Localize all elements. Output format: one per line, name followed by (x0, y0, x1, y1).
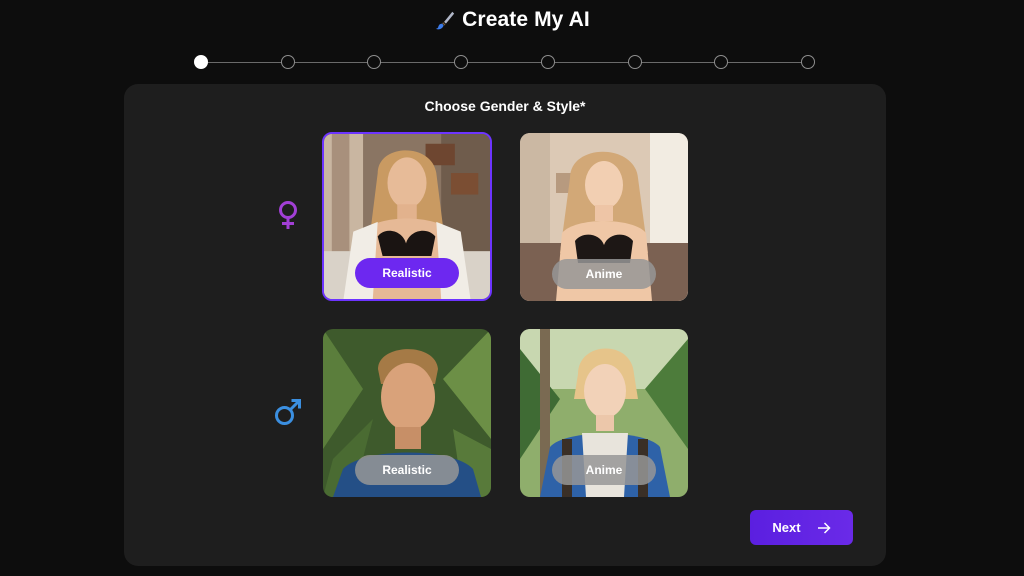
step-4[interactable] (454, 55, 468, 69)
step-7[interactable] (714, 55, 728, 69)
progress-stepper (194, 55, 815, 69)
step-1[interactable] (194, 55, 208, 69)
step-2[interactable] (281, 55, 295, 69)
female-anime-card[interactable]: Anime (520, 133, 688, 301)
create-ai-page: Create My AI Choose Gender & Style* Real… (0, 0, 1024, 576)
realistic-style-label: Realistic (355, 455, 459, 485)
next-button[interactable]: Next (750, 510, 853, 545)
anime-style-label: Anime (552, 455, 656, 485)
page-title-text: Create My AI (462, 8, 590, 31)
panel-subtitle: Choose Gender & Style* (424, 98, 586, 114)
step-5[interactable] (541, 55, 555, 69)
female-realistic-card[interactable]: Realistic (322, 132, 492, 301)
page-title: Create My AI (0, 8, 1024, 32)
realistic-style-label: Realistic (355, 258, 459, 288)
male-anime-card[interactable]: Anime (520, 329, 688, 497)
female-symbol-icon (271, 198, 305, 232)
male-symbol-icon (271, 395, 305, 429)
step-8[interactable] (801, 55, 815, 69)
selection-panel: Choose Gender & Style* Realistic Anime R… (124, 84, 886, 566)
anime-style-label: Anime (552, 259, 656, 289)
male-realistic-card[interactable]: Realistic (323, 329, 491, 497)
step-6[interactable] (628, 55, 642, 69)
next-button-label: Next (772, 520, 801, 535)
arrow-right-icon (817, 521, 831, 534)
paintbrush-icon (436, 11, 455, 30)
step-3[interactable] (367, 55, 381, 69)
